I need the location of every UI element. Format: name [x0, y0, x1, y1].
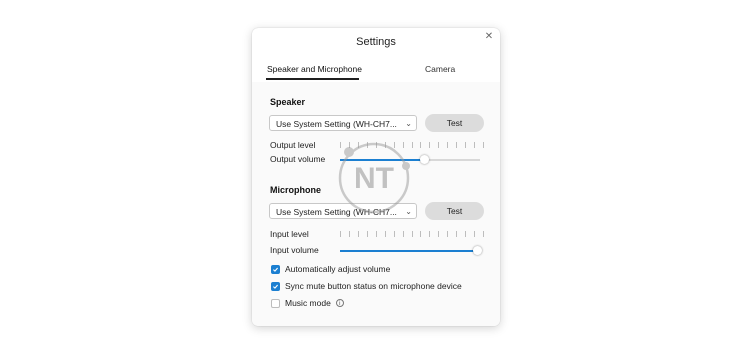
close-icon[interactable]: ✕	[483, 31, 495, 43]
microphone-device-value: Use System Setting (WH-CH7...	[276, 207, 397, 217]
speaker-test-button[interactable]: Test	[425, 114, 484, 132]
checkmark-icon	[273, 284, 279, 289]
speaker-section-title: Speaker	[270, 97, 306, 107]
input-volume-slider[interactable]	[340, 246, 483, 255]
settings-dialog: Settings ✕ Speaker and Microphone Camera…	[252, 28, 500, 326]
output-level-label: Output level	[270, 140, 316, 150]
dialog-title: Settings	[356, 36, 396, 48]
input-volume-fill	[340, 250, 478, 252]
checkmark-icon	[273, 267, 279, 272]
input-volume-label: Input volume	[270, 245, 319, 255]
microphone-section-title: Microphone	[270, 185, 321, 195]
output-volume-thumb[interactable]	[420, 155, 429, 164]
music-mode-checkbox[interactable]	[271, 298, 280, 308]
auto-adjust-volume-option[interactable]: Automatically adjust volume	[271, 263, 390, 275]
tab-camera[interactable]: Camera	[425, 64, 455, 74]
music-mode-option[interactable]: Music mode i	[271, 297, 344, 309]
settings-content: Speaker Use System Setting (WH-CH7... ⌄ …	[252, 82, 500, 326]
output-volume-label: Output volume	[270, 154, 326, 164]
chevron-down-icon: ⌄	[405, 207, 412, 216]
active-tab-indicator	[266, 78, 359, 80]
chevron-down-icon: ⌄	[405, 119, 412, 128]
music-mode-label: Music mode	[285, 298, 331, 308]
input-level-label: Input level	[270, 229, 309, 239]
speaker-device-value: Use System Setting (WH-CH7...	[276, 119, 397, 129]
microphone-test-button[interactable]: Test	[425, 202, 484, 220]
input-volume-thumb[interactable]	[473, 246, 483, 255]
auto-adjust-volume-checkbox[interactable]	[271, 264, 280, 274]
speaker-device-select[interactable]: Use System Setting (WH-CH7... ⌄	[269, 115, 417, 131]
output-volume-slider[interactable]	[340, 155, 480, 164]
output-level-meter	[340, 142, 484, 148]
output-volume-fill	[340, 159, 424, 161]
info-icon[interactable]: i	[335, 299, 344, 307]
sync-mute-checkbox[interactable]	[271, 281, 280, 291]
sync-mute-option[interactable]: Sync mute button status on microphone de…	[271, 280, 462, 292]
microphone-device-select[interactable]: Use System Setting (WH-CH7... ⌄	[269, 203, 417, 219]
tab-speaker-microphone[interactable]: Speaker and Microphone	[267, 64, 362, 74]
sync-mute-label: Sync mute button status on microphone de…	[285, 281, 462, 291]
auto-adjust-volume-label: Automatically adjust volume	[285, 264, 391, 274]
input-level-meter	[340, 231, 484, 237]
